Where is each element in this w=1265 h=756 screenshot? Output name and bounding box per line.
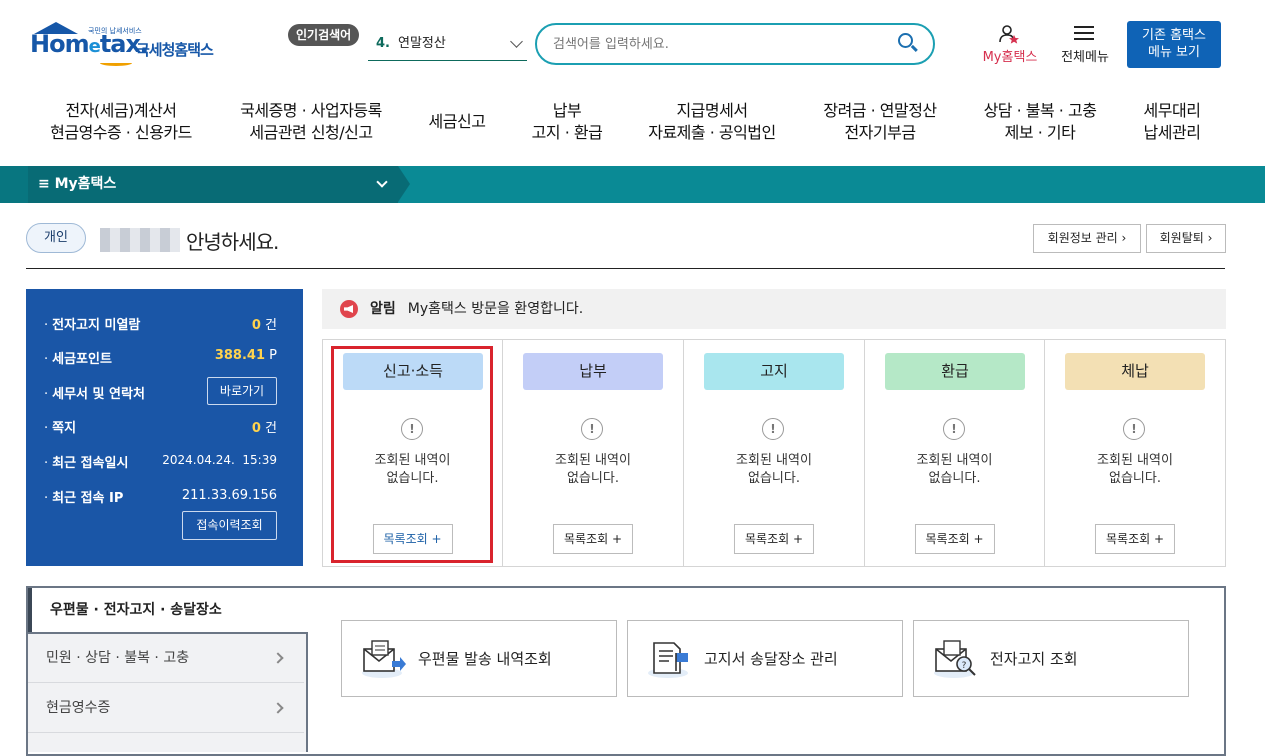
mail-history-label: 우편물 발송 내역조회 — [418, 650, 552, 668]
access-history-button[interactable]: 접속이력조회 — [182, 511, 277, 540]
panel-label-points: 세금포인트 — [44, 348, 112, 367]
hamburger-icon — [1074, 26, 1094, 44]
mail-history-button[interactable]: 우편물 발송 내역조회 — [341, 620, 617, 697]
card-title[interactable]: 납부 — [523, 353, 663, 390]
greeting-text: 안녕하세요. — [186, 230, 279, 254]
chevron-right-icon — [272, 702, 284, 714]
list-view-button[interactable]: 목록조회 + — [733, 524, 815, 554]
logo-wordmark: Hometax. — [30, 30, 149, 58]
search-input[interactable] — [535, 23, 935, 65]
old-menu-button[interactable]: 기존 홈택스 메뉴 보기 — [1127, 21, 1221, 68]
divider — [26, 268, 1225, 269]
delivery-place-button[interactable]: 고지서 송달장소 관리 — [627, 620, 903, 697]
card-title[interactable]: 고지 — [704, 353, 844, 390]
chevron-down-icon — [376, 176, 388, 188]
card-empty-message: 조회된 내역이 없습니다. — [736, 453, 812, 486]
gnb-item-certificate[interactable]: 국세증명 · 사업자등록 세금관련 신청/신고 — [228, 100, 394, 144]
panel-label-last-login: 최근 접속일시 — [44, 452, 128, 471]
notice-label: 알림 — [370, 301, 396, 317]
go-office-button[interactable]: 바로가기 — [207, 377, 277, 405]
notice-bar: 알림 My홈택스 방문을 환영합니다. — [322, 289, 1226, 329]
notice-text: My홈택스 방문을 환영합니다. — [407, 301, 584, 317]
svg-text:?: ? — [962, 661, 967, 671]
exclamation-icon: ! — [943, 418, 965, 440]
section-side-menu: 민원 · 상담 · 불복 · 고충 현금영수증 — [28, 632, 308, 752]
panel-label-office: 세무서 및 연락처 — [44, 383, 145, 402]
member-info-button[interactable]: 회원정보 관리 › — [1033, 224, 1141, 253]
card-title[interactable]: 환급 — [885, 353, 1025, 390]
panel-label-notes: 쪽지 — [44, 417, 76, 436]
panel-value-last-login: 2024.04.24. 15:39 — [162, 453, 277, 467]
user-icon — [999, 25, 1019, 44]
logo-swoosh — [100, 60, 132, 66]
keyword-rank: 4. — [376, 36, 390, 51]
masked-username — [100, 228, 180, 252]
card-payment: 납부 ! 조회된 내역이 없습니다. 목록조회 + — [503, 340, 684, 566]
gnb-item-tax-return[interactable]: 세금신고 — [414, 111, 500, 133]
card-refund: 환급 ! 조회된 내역이 없습니다. 목록조회 + — [865, 340, 1045, 566]
chevron-right-icon — [272, 652, 284, 664]
popular-search-badge: 인기검색어 — [288, 24, 360, 46]
card-empty-message: 조회된 내역이 없습니다. — [916, 453, 993, 486]
exclamation-icon: ! — [581, 418, 603, 440]
gnb-item-year-end[interactable]: 장려금 · 연말정산 전자기부금 — [810, 100, 950, 144]
search-button[interactable] — [895, 32, 921, 56]
side-item-consult[interactable]: 민원 · 상담 · 불복 · 고충 — [28, 634, 304, 683]
my-hometax-menu-select[interactable]: ≡ My홈택스 — [28, 166, 398, 203]
list-view-button[interactable]: 목록조회 + — [914, 524, 995, 554]
logo-korean: 국세청홈택스 — [136, 41, 214, 59]
panel-value-last-ip: 211.33.69.156 — [181, 488, 277, 503]
gnb-item-statement[interactable]: 지급명세서 자료제출 · 공익법인 — [638, 100, 786, 144]
panel-value-notes[interactable]: 0 건 — [252, 417, 277, 436]
user-type-badge: 개인 — [26, 223, 86, 253]
delivery-place-label: 고지서 송달장소 관리 — [704, 650, 838, 668]
gnb-item-consult[interactable]: 상담 · 불복 · 고충 제보 · 기타 — [970, 100, 1110, 144]
megaphone-icon — [340, 300, 358, 318]
user-summary-panel: 전자고지 미열람 0 건 세금포인트 388.41 P 세무서 및 연락처 바로… — [26, 289, 303, 566]
location-title: ≡ My홈택스 — [38, 176, 117, 192]
card-notice: 고지 ! 조회된 내역이 없습니다. 목록조회 + — [684, 340, 865, 566]
my-hometax-label: My홈택스 — [982, 50, 1038, 65]
gnb-item-einvoice[interactable]: 전자(세금)계산서 현금영수증 · 신용카드 — [40, 100, 202, 144]
withdraw-button[interactable]: 회원탈퇴 › — [1146, 224, 1226, 253]
section-title[interactable]: 우편물 · 전자고지 · 송달장소 — [28, 588, 308, 632]
all-menu-button[interactable]: 전체메뉴 — [1055, 24, 1115, 65]
exclamation-icon: ! — [1123, 418, 1145, 440]
gnb-item-agent[interactable]: 세무대리 납세관리 — [1130, 100, 1214, 144]
gnb-item-payment[interactable]: 납부 고지 · 환급 — [520, 100, 614, 144]
breadcrumb-arrow — [398, 166, 410, 202]
panel-value-unread[interactable]: 0 건 — [252, 314, 277, 333]
document-flag-icon — [648, 642, 688, 678]
list-view-button[interactable]: 목록조회 + — [552, 524, 634, 554]
hometax-logo[interactable]: 국민의 납세서비스 Hometax. 국세청홈택스 — [28, 22, 238, 72]
panel-value-points[interactable]: 388.41 P — [215, 348, 277, 363]
old-menu-line2: 메뉴 보기 — [1148, 45, 1200, 60]
card-empty-message: 조회된 내역이 없습니다. — [1097, 453, 1173, 486]
electronic-notice-label: 전자고지 조회 — [990, 650, 1078, 668]
list-view-button[interactable]: 목록조회 + — [1094, 524, 1176, 554]
envelope-search-icon: ? — [934, 640, 976, 678]
keyword-text: 연말정산 — [397, 36, 446, 51]
panel-label-unread: 전자고지 미열람 — [44, 314, 140, 333]
highlight-box — [331, 346, 493, 563]
envelope-arrow-icon — [362, 640, 406, 678]
card-arrears: 체납 ! 조회된 내역이 없습니다. 목록조회 + — [1045, 340, 1225, 566]
exclamation-icon: ! — [762, 418, 784, 440]
panel-label-last-ip: 최근 접속 IP — [44, 487, 123, 506]
card-empty-message: 조회된 내역이 없습니다. — [555, 453, 631, 486]
old-menu-line1: 기존 홈택스 — [1142, 28, 1206, 43]
my-hometax-link[interactable]: My홈택스 — [975, 24, 1045, 65]
location-bar: ≡ My홈택스 — [0, 166, 1265, 203]
popular-keyword-select[interactable]: 4. 연말정산 — [368, 31, 527, 61]
chevron-down-icon — [510, 35, 523, 48]
side-item-cash-receipt[interactable]: 현금영수증 — [28, 684, 304, 733]
card-title[interactable]: 체납 — [1065, 353, 1205, 390]
electronic-notice-button[interactable]: ? 전자고지 조회 — [913, 620, 1189, 697]
all-menu-label: 전체메뉴 — [1061, 50, 1109, 65]
